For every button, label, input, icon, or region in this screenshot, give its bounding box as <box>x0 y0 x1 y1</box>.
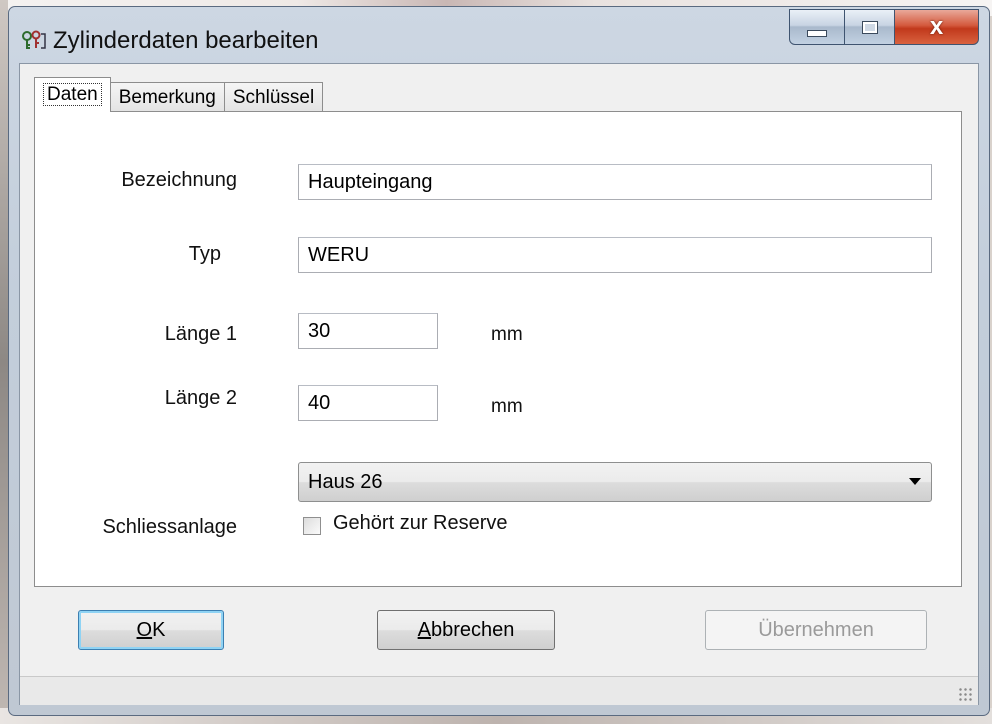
ok-button[interactable]: OK <box>78 610 224 650</box>
bezeichnung-label: Bezeichnung <box>121 169 237 191</box>
schliessanlage-label: Schliessanlage <box>102 516 237 538</box>
cancel-label-rest: bbrechen <box>430 619 515 641</box>
schliessanlage-selected-value: Haus 26 <box>308 471 383 493</box>
status-bar <box>20 676 978 705</box>
tab-bemerkung[interactable]: Bemerkung <box>109 82 225 112</box>
keys-icon <box>22 30 46 49</box>
laenge1-unit: mm <box>491 324 523 345</box>
reserve-checkbox[interactable] <box>303 517 321 535</box>
close-icon: x <box>929 13 944 40</box>
ok-mnemonic: O <box>136 619 153 641</box>
title-bar[interactable]: Zylinderdaten bearbeiten x <box>9 7 989 61</box>
schliessanlage-select[interactable]: Haus 26 <box>298 462 932 502</box>
window-controls: x <box>789 9 979 47</box>
dialog-client-area: Daten Bemerkung Schlüssel Bezeichnung Ha… <box>19 63 979 705</box>
tab-daten[interactable]: Daten <box>34 77 111 112</box>
maximize-button[interactable] <box>845 9 895 45</box>
tab-schluessel[interactable]: Schlüssel <box>223 82 324 112</box>
desktop-background-left <box>0 0 8 724</box>
laenge1-label: Länge 1 <box>164 323 237 345</box>
dialog-window: Zylinderdaten bearbeiten x Daten Bemerku… <box>8 6 990 716</box>
maximize-icon <box>861 20 878 34</box>
typ-label: Typ <box>188 243 221 265</box>
reserve-checkbox-label[interactable]: Gehört zur Reserve <box>333 512 508 535</box>
tab-panel-daten: Bezeichnung Haupteingang Typ WERU Länge … <box>34 111 962 587</box>
resize-grip-icon[interactable] <box>958 687 972 701</box>
tab-schluessel-label: Schlüssel <box>232 87 315 108</box>
tab-strip: Daten Bemerkung Schlüssel <box>34 76 324 112</box>
laenge1-input[interactable]: 30 <box>298 313 438 349</box>
cancel-button[interactable]: Abbrechen <box>377 610 555 650</box>
window-title: Zylinderdaten bearbeiten <box>53 27 319 54</box>
bezeichnung-input[interactable]: Haupteingang <box>298 164 932 200</box>
tab-bemerkung-label: Bemerkung <box>118 87 216 108</box>
laenge2-input[interactable]: 40 <box>298 385 438 421</box>
minimize-icon <box>807 29 827 37</box>
laenge2-unit: mm <box>491 396 523 417</box>
laenge2-label: Länge 2 <box>164 387 237 409</box>
cancel-mnemonic: A <box>417 619 431 641</box>
close-button[interactable]: x <box>895 9 979 45</box>
tab-daten-label: Daten <box>43 83 102 106</box>
typ-input[interactable]: WERU <box>298 237 932 273</box>
minimize-button[interactable] <box>789 9 845 45</box>
chevron-down-icon[interactable] <box>909 478 921 485</box>
apply-button[interactable]: Übernehmen <box>705 610 927 650</box>
ok-label-rest: K <box>152 619 166 641</box>
